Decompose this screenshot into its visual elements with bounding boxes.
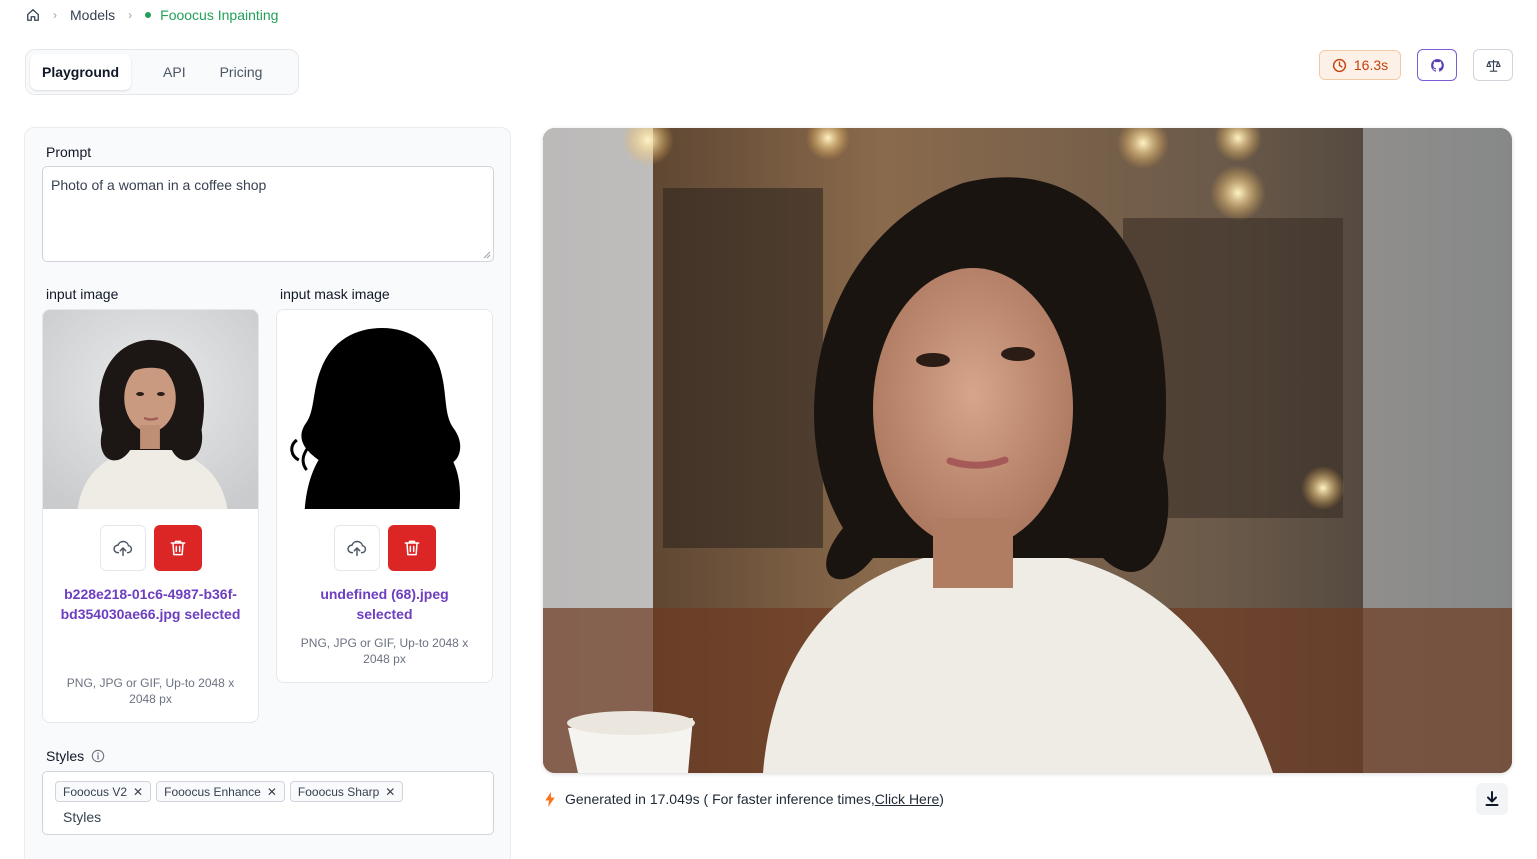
prompt-textarea[interactable]: Photo of a woman in a coffee shop — [42, 166, 494, 262]
github-icon — [1430, 58, 1444, 72]
style-chip-label: Fooocus Sharp — [297, 784, 380, 799]
tab-pricing[interactable]: Pricing — [208, 54, 275, 90]
mask-image-actions — [277, 525, 492, 571]
remove-chip-icon[interactable]: ✕ — [385, 785, 395, 799]
input-image-filename: b228e218-01c6-4987-b36f-bd354030ae66.jpg… — [60, 586, 241, 622]
style-chips: Fooocus V2 ✕ Fooocus Enhance ✕ Fooocus S… — [55, 781, 404, 802]
prompt-value: Photo of a woman in a coffee shop — [51, 177, 267, 193]
mask-image-card[interactable]: undefined (68).jpeg selected PNG, JPG or… — [276, 309, 493, 683]
style-chip: Fooocus V2 ✕ — [55, 781, 152, 802]
mask-image-label: input mask image — [280, 286, 390, 302]
breadcrumb-models[interactable]: Models — [70, 7, 115, 23]
generation-info: Generated in 17.049s ( For faster infere… — [545, 790, 944, 808]
breadcrumb-current: Fooocus Inpainting — [160, 7, 279, 23]
chevron-right-icon: › — [128, 8, 133, 22]
download-icon — [1485, 791, 1499, 806]
mask-image-preview — [277, 310, 492, 509]
breadcrumb: › Models › Fooocus Inpainting — [26, 6, 278, 24]
input-panel: Prompt Photo of a woman in a coffee shop… — [24, 127, 511, 859]
tab-playground[interactable]: Playground — [30, 54, 132, 90]
input-image-actions — [43, 525, 258, 571]
input-image-hint: PNG, JPG or GIF, Up-to 2048 x 2048 px — [66, 676, 235, 706]
download-button[interactable] — [1476, 783, 1508, 815]
chevron-right-icon: › — [53, 8, 57, 22]
lightning-icon — [545, 791, 555, 807]
delete-button[interactable] — [153, 525, 202, 571]
trash-icon — [404, 540, 419, 556]
timer-badge: 16.3s — [1319, 50, 1401, 80]
delete-button[interactable] — [387, 525, 436, 571]
compare-button[interactable] — [1473, 49, 1513, 81]
tab-api[interactable]: API — [151, 54, 198, 90]
mask-image-filename: undefined (68).jpeg selected — [320, 586, 449, 622]
styles-label: Styles — [46, 748, 85, 764]
status-dot — [145, 12, 152, 18]
remove-chip-icon[interactable]: ✕ — [133, 785, 143, 799]
cloud-upload-icon — [346, 540, 366, 557]
prompt-label: Prompt — [46, 144, 92, 160]
mask-image-hint: PNG, JPG or GIF, Up-to 2048 x 2048 px — [300, 636, 469, 666]
styles-input[interactable]: Styles — [63, 809, 101, 825]
input-image-label: input image — [46, 286, 119, 302]
style-chip: Fooocus Enhance ✕ — [156, 781, 285, 802]
trash-icon — [170, 540, 185, 556]
github-button[interactable] — [1417, 49, 1457, 81]
style-chip-label: Fooocus V2 — [63, 784, 128, 799]
styles-label-row: Styles — [46, 748, 105, 764]
upload-button[interactable] — [99, 525, 146, 571]
style-chip-label: Fooocus Enhance — [164, 784, 261, 799]
output-image — [543, 128, 1512, 773]
home-icon[interactable] — [26, 8, 40, 22]
cloud-upload-icon — [112, 540, 132, 557]
faster-inference-link[interactable]: Click Here — [875, 791, 940, 807]
upload-button[interactable] — [333, 525, 380, 571]
generation-suffix: ) — [939, 791, 944, 807]
clock-icon — [1332, 58, 1346, 72]
styles-multiselect[interactable]: Fooocus V2 ✕ Fooocus Enhance ✕ Fooocus S… — [42, 771, 494, 835]
scale-icon — [1485, 59, 1501, 72]
resize-handle-icon[interactable] — [483, 251, 491, 259]
info-icon[interactable] — [91, 749, 105, 763]
generation-time-text: Generated in 17.049s ( For faster infere… — [565, 791, 875, 807]
generated-image — [543, 128, 1512, 773]
tab-bar: Playground API Pricing — [25, 49, 299, 95]
remove-chip-icon[interactable]: ✕ — [267, 785, 277, 799]
input-image-preview — [43, 310, 258, 509]
timer-value: 16.3s — [1353, 57, 1389, 73]
style-chip: Fooocus Sharp ✕ — [289, 781, 404, 802]
input-image-card[interactable]: b228e218-01c6-4987-b36f-bd354030ae66.jpg… — [42, 309, 259, 723]
